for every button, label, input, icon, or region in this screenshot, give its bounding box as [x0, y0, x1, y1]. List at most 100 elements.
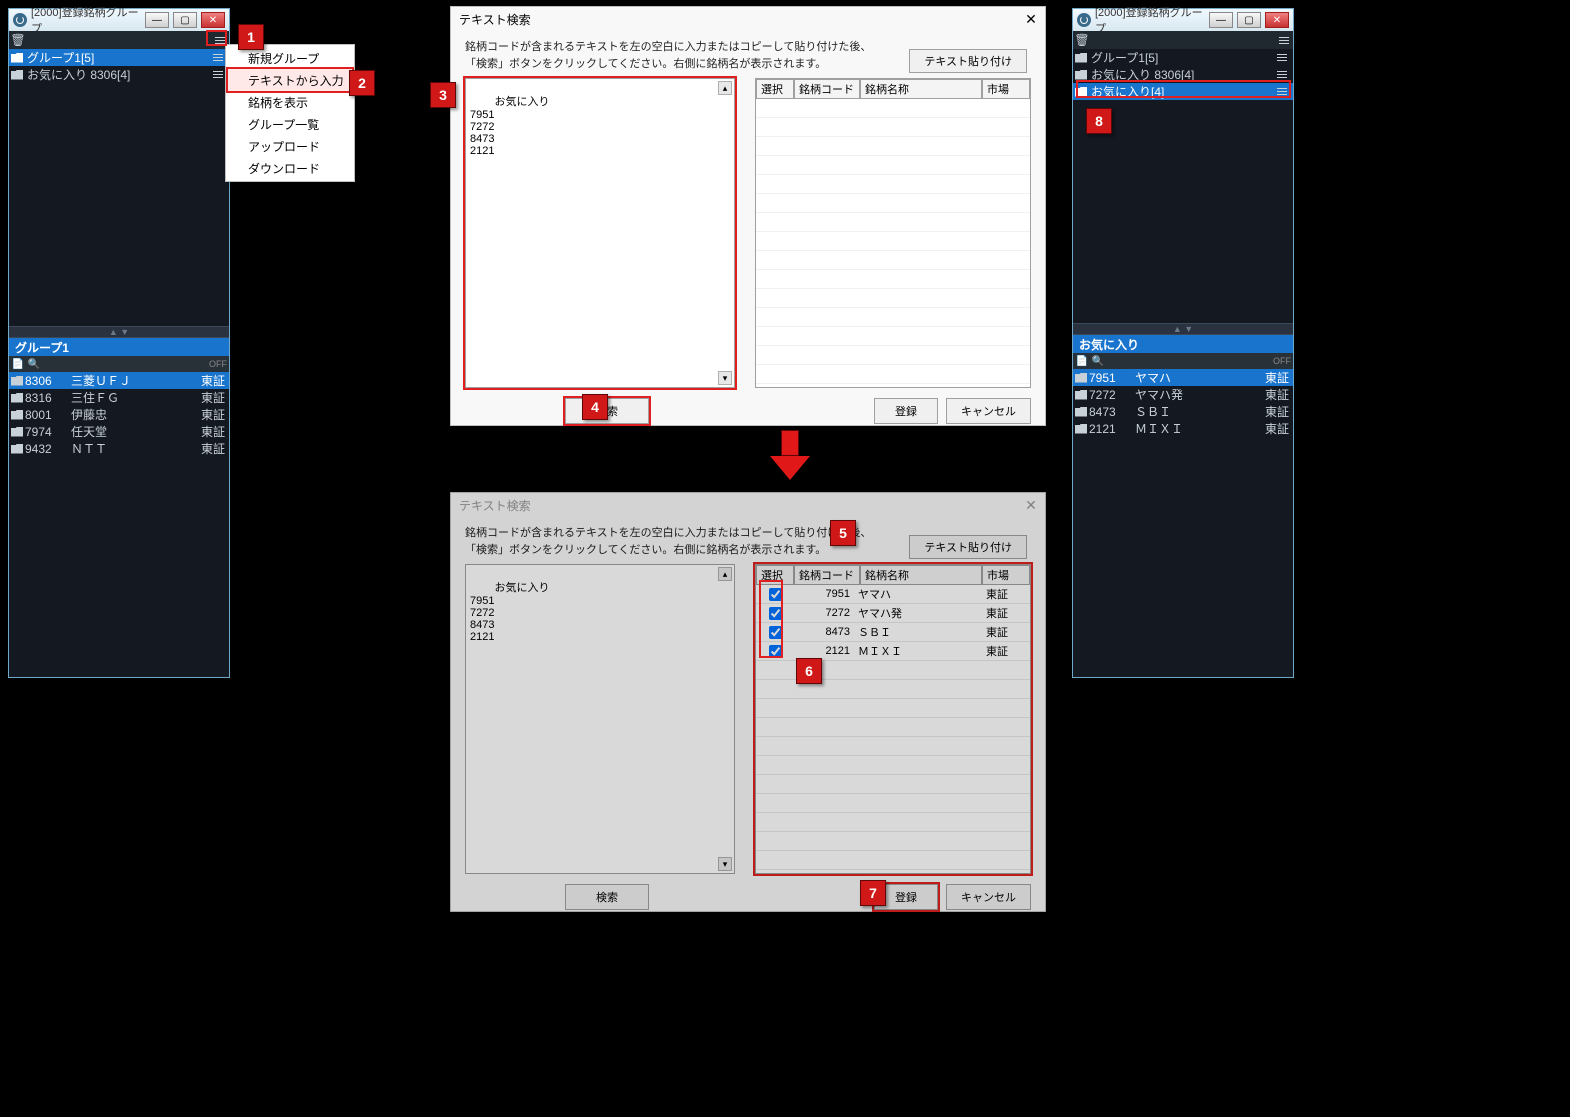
menu-item[interactable]: 新規グループ: [228, 47, 352, 69]
minimize-button[interactable]: —: [145, 12, 169, 28]
callout-2: 2: [349, 70, 375, 96]
search-icon[interactable]: 🔍: [27, 357, 41, 371]
folder-icon: [11, 393, 23, 403]
col-name[interactable]: 銘柄名称: [860, 565, 982, 585]
table-row[interactable]: 7272ヤマハ発東証: [756, 604, 1030, 623]
scroll-up-icon[interactable]: ▴: [718, 567, 732, 581]
maximize-button[interactable]: ▢: [1237, 12, 1261, 28]
stock-market: 東証: [1265, 369, 1291, 386]
col-market[interactable]: 市場: [982, 79, 1030, 99]
stock-code: 8473: [1089, 405, 1133, 419]
stock-code: 8306: [25, 374, 69, 388]
scroll-up-icon[interactable]: ▴: [718, 81, 732, 95]
sub-toolbar: 📄 🔍 OFF: [9, 356, 229, 372]
group-row[interactable]: グループ1[5]: [1073, 49, 1293, 66]
group-row[interactable]: お気に入り 8306[4]: [1073, 66, 1293, 83]
cancel-button[interactable]: キャンセル: [946, 884, 1031, 910]
row-menu-icon[interactable]: [1273, 71, 1291, 78]
col-code[interactable]: 銘柄コード: [794, 79, 860, 99]
input-textarea[interactable]: お気に入り 7951 7272 8473 2121 ▴ ▾: [465, 564, 735, 874]
dialog-title[interactable]: テキスト検索 ✕: [451, 493, 1045, 517]
table-row[interactable]: 7951ヤマハ東証: [756, 585, 1030, 604]
register-button[interactable]: 登録: [874, 398, 938, 424]
stock-row[interactable]: 8306三菱ＵＦＪ東証: [9, 372, 229, 389]
menu-item[interactable]: 銘柄を表示: [228, 91, 352, 113]
col-select[interactable]: 選択: [756, 565, 794, 585]
group-row[interactable]: グループ1[5]: [9, 49, 229, 66]
dialog-title[interactable]: テキスト検索 ✕: [451, 7, 1045, 31]
scroll-down-icon[interactable]: ▾: [718, 857, 732, 871]
stock-row[interactable]: 7272ヤマハ発東証: [1073, 386, 1293, 403]
cell-name: ＭＩＸＩ: [854, 643, 982, 659]
splitter[interactable]: ▲ ▼: [1073, 323, 1293, 335]
group-toolbar: 🗑: [9, 31, 229, 49]
folder-icon: [11, 376, 23, 386]
stock-code: 2121: [1089, 422, 1133, 436]
row-menu-icon[interactable]: [1273, 88, 1291, 95]
close-button[interactable]: ✕: [1265, 12, 1289, 28]
group-toolbar: 🗑: [1073, 31, 1293, 49]
titlebar[interactable]: [2000]登録銘柄グループ — ▢ ✕: [9, 9, 229, 31]
folder-icon: [1075, 53, 1087, 63]
stock-name: 任天堂: [71, 423, 199, 440]
input-textarea[interactable]: お気に入り 7951 7272 8473 2121 ▴ ▾: [465, 78, 735, 388]
stock-market: 東証: [1265, 420, 1291, 437]
context-menu: 新規グループテキストから入力銘柄を表示グループ一覧アップロードダウンロード: [225, 44, 355, 182]
sub-toolbar: 📄 🔍 OFF: [1073, 353, 1293, 369]
paste-button[interactable]: テキスト貼り付け: [909, 535, 1027, 559]
titlebar[interactable]: [2000]登録銘柄グループ — ▢ ✕: [1073, 9, 1293, 31]
maximize-button[interactable]: ▢: [173, 12, 197, 28]
group-row[interactable]: お気に入り[4]: [1073, 83, 1293, 100]
stock-code: 7974: [25, 425, 69, 439]
callout-1: 1: [238, 24, 264, 50]
splitter[interactable]: ▲ ▼: [9, 326, 229, 338]
copy-icon[interactable]: 📄: [1075, 354, 1089, 368]
stock-name: 三菱ＵＦＪ: [71, 372, 199, 389]
minimize-button[interactable]: —: [1209, 12, 1233, 28]
stock-row[interactable]: 7951ヤマハ東証: [1073, 369, 1293, 386]
menu-item[interactable]: アップロード: [228, 135, 352, 157]
row-checkbox[interactable]: [769, 645, 782, 658]
group-label: お気に入り[4]: [1091, 83, 1269, 100]
stock-name: ヤマハ発: [1135, 386, 1263, 403]
cell-market: 東証: [982, 605, 1030, 621]
row-checkbox[interactable]: [769, 626, 782, 639]
cancel-button[interactable]: キャンセル: [946, 398, 1031, 424]
menu-item[interactable]: グループ一覧: [228, 113, 352, 135]
trash-icon[interactable]: 🗑: [9, 32, 27, 48]
row-checkbox[interactable]: [769, 607, 782, 620]
group-row[interactable]: お気に入り 8306[4]: [9, 66, 229, 83]
stock-row[interactable]: 7974任天堂東証: [9, 423, 229, 440]
search-button[interactable]: 検索: [565, 884, 649, 910]
menu-item[interactable]: テキストから入力: [228, 69, 352, 91]
stock-row[interactable]: 8001伊藤忠東証: [9, 406, 229, 423]
col-market[interactable]: 市場: [982, 565, 1030, 585]
close-icon[interactable]: ✕: [1023, 11, 1039, 27]
stock-name: 三住ＦＧ: [71, 389, 199, 406]
result-grid: 選択 銘柄コード 銘柄名称 市場: [755, 78, 1031, 388]
close-icon[interactable]: ✕: [1023, 497, 1039, 513]
stock-row[interactable]: 9432ＮＴＴ東証: [9, 440, 229, 457]
search-icon[interactable]: 🔍: [1091, 354, 1105, 368]
copy-icon[interactable]: 📄: [11, 357, 25, 371]
folder-icon: [1075, 87, 1087, 97]
trash-icon[interactable]: 🗑: [1073, 32, 1091, 48]
col-select[interactable]: 選択: [756, 79, 794, 99]
scroll-down-icon[interactable]: ▾: [718, 371, 732, 385]
callout-4: 4: [582, 394, 608, 420]
col-name[interactable]: 銘柄名称: [860, 79, 982, 99]
row-menu-icon[interactable]: [1273, 54, 1291, 61]
close-button[interactable]: ✕: [201, 12, 225, 28]
paste-button[interactable]: テキスト貼り付け: [909, 49, 1027, 73]
stock-row[interactable]: 8473ＳＢＩ東証: [1073, 403, 1293, 420]
menu-icon[interactable]: [1275, 32, 1293, 48]
col-code[interactable]: 銘柄コード: [794, 565, 860, 585]
table-row[interactable]: 8473ＳＢＩ東証: [756, 623, 1030, 642]
stock-row[interactable]: 2121ＭＩＸＩ東証: [1073, 420, 1293, 437]
stock-row[interactable]: 8316三住ＦＧ東証: [9, 389, 229, 406]
stock-code: 9432: [25, 442, 69, 456]
cell-code: 8473: [794, 626, 854, 638]
menu-item[interactable]: ダウンロード: [228, 157, 352, 179]
cell-market: 東証: [982, 586, 1030, 602]
row-checkbox[interactable]: [769, 588, 782, 601]
